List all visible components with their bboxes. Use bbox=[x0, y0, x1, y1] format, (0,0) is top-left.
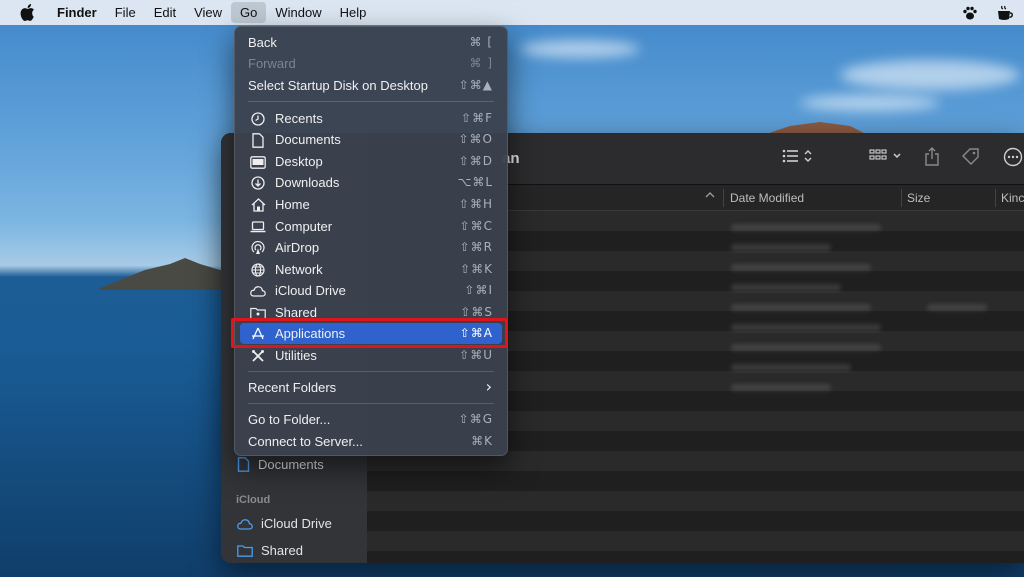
sidebar-item-documents[interactable]: Documents bbox=[237, 457, 324, 472]
menu-item-go-to-folder[interactable]: Go to Folder... ⇧⌘G bbox=[240, 409, 502, 430]
tag-icon[interactable] bbox=[961, 147, 981, 167]
annotation-highlight-box bbox=[231, 318, 508, 348]
shared-folder-icon bbox=[237, 544, 253, 557]
menu-item-documents[interactable]: Documents ⇧⌘O bbox=[240, 129, 502, 150]
menu-item-recent-folders[interactable]: Recent Folders › bbox=[240, 377, 502, 398]
table-row[interactable] bbox=[367, 471, 1024, 491]
menu-item-desktop[interactable]: Desktop ⇧⌘D bbox=[240, 151, 502, 172]
menu-view[interactable]: View bbox=[185, 0, 231, 25]
chevron-right-icon: › bbox=[485, 377, 493, 396]
table-row[interactable] bbox=[367, 491, 1024, 511]
sidebar-section-icloud: iCloud bbox=[236, 494, 271, 506]
menu-edit[interactable]: Edit bbox=[145, 0, 185, 25]
menu-item-forward: Forward ⌘ ] bbox=[248, 56, 493, 71]
column-size[interactable]: Size bbox=[907, 191, 930, 205]
globe-icon bbox=[250, 262, 266, 278]
download-icon bbox=[250, 175, 266, 191]
coffee-cup-icon[interactable] bbox=[996, 5, 1014, 21]
utilities-icon bbox=[250, 348, 266, 364]
menu-item-utilities[interactable]: Utilities ⇧⌘U bbox=[240, 345, 502, 366]
menu-item-downloads[interactable]: Downloads ⌥⌘L bbox=[240, 172, 502, 193]
table-row[interactable] bbox=[367, 531, 1024, 551]
table-row[interactable] bbox=[367, 511, 1024, 531]
document-icon bbox=[250, 132, 266, 148]
menu-item-network[interactable]: Network ⇧⌘K bbox=[240, 259, 502, 280]
menu-item-computer[interactable]: Computer ⇧⌘C bbox=[240, 216, 502, 237]
airdrop-icon bbox=[250, 240, 266, 256]
paw-icon[interactable] bbox=[962, 5, 978, 21]
menu-window[interactable]: Window bbox=[266, 0, 330, 25]
menu-help[interactable]: Help bbox=[331, 0, 376, 25]
list-view-icon[interactable] bbox=[782, 147, 818, 165]
go-menu-dropdown: Back ⌘ [ Forward ⌘ ] Select Startup Disk… bbox=[234, 26, 508, 456]
column-date-modified[interactable]: Date Modified bbox=[730, 191, 804, 205]
cloud-icon bbox=[250, 283, 266, 299]
group-view-icon[interactable] bbox=[869, 147, 905, 165]
apple-menu-icon[interactable] bbox=[18, 4, 36, 22]
menu-item-icloud-drive[interactable]: iCloud Drive ⇧⌘I bbox=[240, 280, 502, 301]
menu-item-back[interactable]: Back ⌘ [ bbox=[240, 32, 502, 53]
share-icon[interactable] bbox=[923, 147, 941, 167]
document-icon bbox=[237, 457, 250, 472]
menu-file[interactable]: File bbox=[106, 0, 145, 25]
laptop-icon bbox=[250, 219, 266, 235]
island-image bbox=[100, 258, 240, 290]
sort-chevron-icon[interactable] bbox=[705, 190, 715, 200]
home-icon bbox=[250, 197, 266, 213]
sidebar-item-icloud-drive[interactable]: iCloud Drive bbox=[237, 516, 332, 531]
column-kind[interactable]: Kinc bbox=[1001, 191, 1024, 205]
more-options-icon[interactable] bbox=[1003, 147, 1023, 167]
menu-item-airdrop[interactable]: AirDrop ⇧⌘R bbox=[240, 237, 502, 258]
menu-item-connect-to-server[interactable]: Connect to Server... ⌘K bbox=[240, 431, 502, 452]
menu-bar: Finder File Edit View Go Window Help bbox=[0, 0, 1024, 25]
sidebar-item-shared[interactable]: Shared bbox=[237, 543, 303, 558]
menu-item-startup-disk[interactable]: Select Startup Disk on Desktop ⇧⌘▲ bbox=[240, 75, 502, 96]
menu-item-home[interactable]: Home ⇧⌘H bbox=[240, 194, 502, 215]
cloud-icon bbox=[237, 518, 253, 530]
menu-item-recents[interactable]: Recents ⇧⌘F bbox=[240, 108, 502, 129]
menu-go[interactable]: Go bbox=[231, 2, 267, 23]
desktop-icon bbox=[250, 154, 266, 170]
menu-finder[interactable]: Finder bbox=[48, 0, 106, 25]
clock-icon bbox=[250, 111, 266, 127]
table-row[interactable] bbox=[367, 551, 1024, 563]
